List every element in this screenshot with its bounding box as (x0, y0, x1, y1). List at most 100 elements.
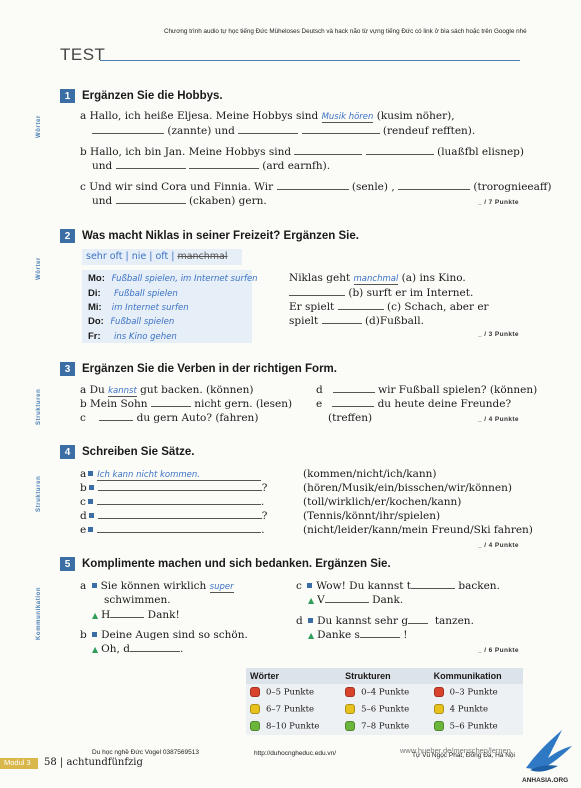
s1-c-line2: und (ckaben) gern. (92, 195, 267, 207)
section-2-category: Wörter (36, 257, 42, 280)
triangle-icon: ▲ (308, 596, 315, 605)
blank[interactable] (238, 125, 299, 134)
section-3-number: 3 (60, 362, 75, 376)
yellow-dot-icon (345, 704, 356, 715)
blank[interactable] (115, 195, 186, 204)
s5-d2: ▲ Danke s ! (308, 629, 408, 641)
triangle-icon: ▲ (92, 611, 99, 620)
section-3-title: Ergänzen Sie die Verben in der richtigen… (82, 363, 337, 375)
blank[interactable] (97, 482, 262, 491)
s5-a2: ▲ H Dank! (92, 609, 180, 621)
schedule-row: Do: Fußball spielen (88, 316, 175, 327)
s4-row-c: c. (80, 496, 265, 508)
bird-logo-icon: ANHASIA.ORG (522, 730, 572, 784)
s3-e-line2: (treffen) (328, 412, 373, 424)
section-2-title: Was macht Niklas in seiner Freizeit? Erg… (82, 230, 359, 242)
section-4-score: _ / 4 Punkte (478, 542, 519, 549)
section-5-category: Kommunikation (36, 586, 42, 640)
section-1-category: Wörter (36, 115, 42, 138)
s5-a1b: schwimmen. (104, 594, 171, 606)
s5-c1: c Wow! Du kannst t backen. (296, 580, 500, 592)
s3-a: a Du kannst gut backen. (können) (80, 384, 254, 397)
schedule-row: Fr: ins Kino gehen (88, 331, 177, 342)
footer-mid-url: http://duhocngheduc.edu.vn/ (254, 750, 337, 757)
section-5-number: 5 (60, 557, 75, 571)
blank[interactable] (398, 181, 471, 190)
red-dot-icon (250, 687, 260, 698)
section-2-score: _ / 3 Punkte (478, 331, 519, 338)
yellow-dot-icon (250, 704, 260, 715)
s5-a1: a Sie können wirklich super (80, 580, 234, 593)
blank[interactable] (324, 594, 369, 603)
s1-a-line1: a Hallo, ich heiße Eljesa. Meine Hobbys … (80, 110, 455, 123)
blank[interactable] (188, 160, 259, 169)
blank[interactable] (332, 398, 375, 407)
page-number: 58 | achtundfünfzig (44, 757, 143, 768)
blank[interactable] (97, 510, 262, 519)
s1-b-line2: und (ard earnfh). (92, 160, 331, 172)
blank[interactable] (294, 146, 363, 155)
s5-b2: ▲ Oh, d. (92, 643, 184, 655)
score-row-red: 0–5 Punkte 0–4 Punkte 0–3 Punkte (246, 684, 523, 701)
score-row-green: 8–10 Punkte 7–8 Punkte 5–6 Punkte (246, 718, 523, 735)
section-4-category: Strukturen (36, 475, 42, 512)
s4-row-b: b? (80, 482, 268, 494)
red-dot-icon (433, 687, 444, 698)
section-1-title: Ergänzen Sie die Hobbys. (82, 90, 223, 102)
s4-hint-d: (Tennis/könnt/ihr/spielen) (303, 510, 441, 522)
yellow-dot-icon (433, 704, 444, 715)
section-1-number: 1 (60, 89, 75, 103)
score-table: Wörter Strukturen Kommunikation 0–5 Punk… (246, 668, 523, 735)
bullet-square (88, 471, 94, 476)
section-2-number: 2 (60, 229, 75, 243)
bullet-square (91, 583, 97, 588)
blank[interactable] (408, 615, 429, 624)
blank[interactable] (365, 146, 434, 155)
s3-d: d wir Fußball spielen? (können) (316, 384, 538, 396)
blank[interactable] (276, 181, 349, 190)
s2-line-a: Niklas geht manchmal (a) ins Kino. (289, 272, 466, 285)
blank[interactable] (289, 287, 345, 296)
section-1-score: _ / 7 Punkte (478, 199, 519, 206)
section-3-score: _ / 4 Punkte (478, 416, 519, 423)
section-3-category: Strukturen (36, 388, 42, 425)
bullet-square (88, 485, 94, 490)
schedule-row: Mi: im Internet surfen (88, 302, 189, 313)
s5-d1: d Du kannst sehr g tanzen. (296, 615, 474, 627)
blank[interactable] (97, 524, 262, 533)
score-row-yellow: 6–7 Punkte 5–6 Punkte 4 Punkte (246, 701, 523, 718)
blank[interactable] (96, 496, 261, 505)
s5-c2: ▲ V Dank. (308, 594, 404, 606)
s4-hint-e: (nicht/leider/kann/mein Freund/Ski fahre… (303, 524, 533, 536)
blank[interactable] (115, 160, 186, 169)
word-box: sehr oft | nie | oft | manchmal (82, 249, 242, 265)
green-dot-icon (250, 721, 260, 732)
blank[interactable] (150, 398, 191, 407)
bullet-square (88, 527, 94, 532)
green-dot-icon (345, 721, 356, 732)
module-badge: Modul 3 (0, 758, 38, 769)
section-1-header: 1 Ergänzen Sie die Hobbys. (60, 89, 223, 103)
s3-c: c du gern Auto? (fahren) (80, 412, 259, 424)
section-5-title: Komplimente machen und sich bedanken. Er… (82, 558, 391, 570)
blank[interactable] (321, 315, 362, 324)
blank[interactable] (301, 125, 380, 134)
blank[interactable] (92, 125, 164, 134)
s2-line-c: Er spielt (c) Schach, aber er (289, 301, 489, 313)
triangle-icon: ▲ (92, 645, 99, 654)
blank[interactable] (411, 580, 455, 589)
blank[interactable] (332, 384, 375, 393)
blank[interactable] (337, 301, 384, 310)
blank[interactable] (129, 643, 180, 652)
s2-line-b: (b) surft er im Internet. (289, 287, 473, 299)
blank[interactable] (110, 609, 145, 618)
score-col-words: Wörter (246, 668, 342, 684)
blank[interactable] (359, 629, 400, 638)
blank[interactable] (99, 412, 134, 421)
s2-line-d: spielt (d)Fußball. (289, 315, 424, 327)
section-5-score: _ / 6 Punkte (478, 647, 519, 654)
section-4-number: 4 (60, 445, 75, 459)
section-5-header: 5 Komplimente machen und sich bedanken. … (60, 557, 391, 571)
bullet-square (307, 583, 313, 588)
s5-b1: b Deine Augen sind so schön. (80, 629, 248, 641)
